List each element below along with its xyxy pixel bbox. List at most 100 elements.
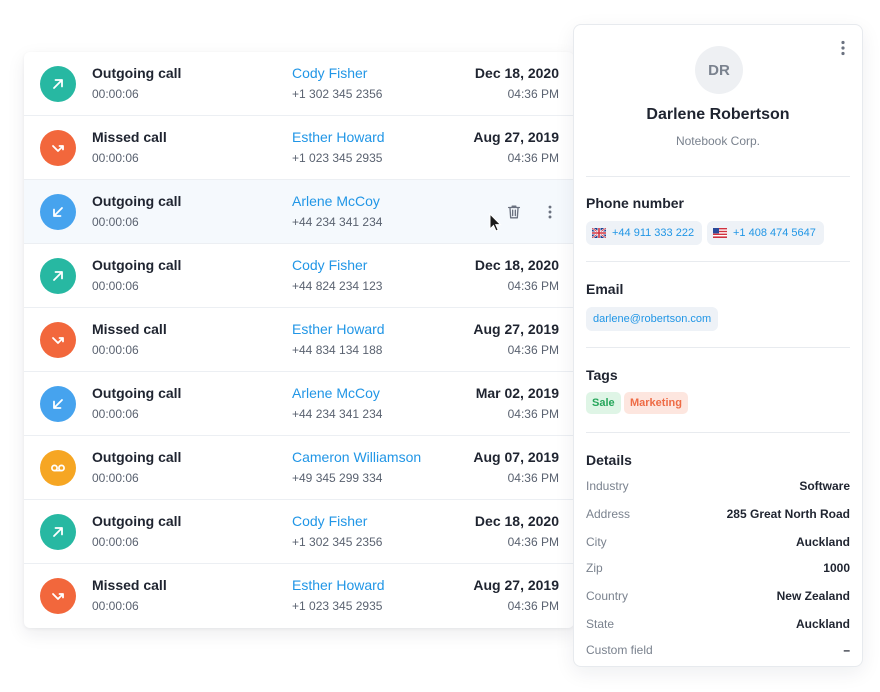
call-time: 04:36 PM xyxy=(507,599,559,613)
phone-chip-uk[interactable]: +44 911 333 222 xyxy=(586,221,703,245)
call-row[interactable]: Missed call 00:00:06 Esther Howard +1 02… xyxy=(24,564,574,628)
more-vertical-icon xyxy=(548,205,552,219)
call-duration: 00:00:06 xyxy=(92,535,139,549)
call-row-selected[interactable]: Outgoing call 00:00:06 Arlene McCoy +44 … xyxy=(24,180,574,244)
phone-chip-label: +1 408 474 5647 xyxy=(733,227,816,239)
detail-row-address: Address 285 Great North Road xyxy=(586,507,850,525)
contact-name-link[interactable]: Cody Fisher xyxy=(292,65,367,81)
detail-value: 285 Great North Road xyxy=(726,507,850,521)
call-row[interactable]: Missed call 00:00:06 Esther Howard +44 8… xyxy=(24,308,574,372)
call-duration: 00:00:06 xyxy=(92,279,139,293)
call-date: Dec 18, 2020 xyxy=(474,513,559,529)
tags-section-title: Tags xyxy=(586,367,618,383)
detail-value: Auckland xyxy=(795,617,850,631)
detail-row-city: City Auckland xyxy=(586,535,850,553)
call-date: Aug 27, 2019 xyxy=(473,321,559,337)
mouse-cursor-icon xyxy=(489,213,502,232)
call-time: 04:36 PM xyxy=(507,279,559,293)
detail-label: Address xyxy=(586,507,631,521)
phone-number: +1 302 345 2356 xyxy=(292,535,383,549)
detail-row-zip: Zip 1000 xyxy=(586,561,850,579)
detail-label: Custom field xyxy=(586,643,653,657)
detail-row-state: State Auckland xyxy=(586,617,850,635)
call-time: 04:36 PM xyxy=(507,535,559,549)
phone-chip-label: +44 911 333 222 xyxy=(612,227,695,239)
contact-name-link[interactable]: Cody Fisher xyxy=(292,257,367,273)
detail-label: Industry xyxy=(586,479,629,493)
contact-name-link[interactable]: Cody Fisher xyxy=(292,513,367,529)
missed-call-icon xyxy=(40,578,76,614)
phone-section-title: Phone number xyxy=(586,195,685,211)
contact-name-link[interactable]: Arlene McCoy xyxy=(292,385,380,401)
detail-label: State xyxy=(586,617,615,631)
contact-details-card: DR Darlene Robertson Notebook Corp. Phon… xyxy=(573,24,863,667)
arrow-up-right-icon xyxy=(40,258,76,294)
contact-name-link[interactable]: Esther Howard xyxy=(292,321,385,337)
detail-label: Country xyxy=(586,589,629,603)
card-more-button[interactable] xyxy=(835,38,851,58)
call-row[interactable]: Outgoing call 00:00:06 Cameron Williamso… xyxy=(24,436,574,500)
contact-name: Darlene Robertson xyxy=(646,106,790,123)
call-type: Outgoing call xyxy=(92,193,182,209)
details-section-title: Details xyxy=(586,452,632,468)
missed-call-icon xyxy=(40,130,76,166)
row-more-button[interactable] xyxy=(540,202,560,222)
call-row[interactable]: Missed call 00:00:06 Esther Howard +1 02… xyxy=(24,116,574,180)
contact-company: Notebook Corp. xyxy=(675,134,761,148)
email-chip[interactable]: darlene@robertson.com xyxy=(586,307,719,331)
phone-number: +1 023 345 2935 xyxy=(292,599,383,613)
email-section-title: Email xyxy=(586,281,624,297)
call-time: 04:36 PM xyxy=(507,343,559,357)
call-row[interactable]: Outgoing call 00:00:06 Cody Fisher +1 30… xyxy=(24,500,574,564)
contact-name-link[interactable]: Esther Howard xyxy=(292,577,385,593)
phone-number: +1 023 345 2935 xyxy=(292,151,383,165)
divider xyxy=(586,261,850,262)
call-duration: 00:00:06 xyxy=(92,471,139,485)
arrow-up-right-icon xyxy=(40,66,76,102)
call-time: 04:36 PM xyxy=(507,471,559,485)
call-duration: 00:00:06 xyxy=(92,151,139,165)
call-duration: 00:00:06 xyxy=(92,599,139,613)
tag-sale[interactable]: Sale xyxy=(586,392,621,414)
call-type: Outgoing call xyxy=(92,513,182,529)
phone-number: +1 302 345 2356 xyxy=(292,87,383,101)
call-date: Aug 07, 2019 xyxy=(473,449,559,465)
contact-name-link[interactable]: Cameron Williamson xyxy=(292,449,421,465)
delete-button[interactable] xyxy=(504,202,524,222)
uk-flag-icon xyxy=(592,228,606,238)
voicemail-icon xyxy=(40,450,76,486)
arrow-down-left-icon xyxy=(40,194,76,230)
detail-label: Zip xyxy=(586,561,603,575)
call-date: Mar 02, 2019 xyxy=(475,385,559,401)
call-type: Missed call xyxy=(92,129,167,145)
call-date: Dec 18, 2020 xyxy=(474,65,559,81)
call-duration: 00:00:06 xyxy=(92,407,139,421)
call-type: Outgoing call xyxy=(92,257,182,273)
detail-row-custom-field: Custom field – xyxy=(586,643,850,661)
phone-number: +49 345 299 334 xyxy=(292,471,383,485)
call-duration: 00:00:06 xyxy=(92,215,139,229)
contact-name-link[interactable]: Esther Howard xyxy=(292,129,385,145)
call-duration: 00:00:06 xyxy=(92,87,139,101)
call-date: Aug 27, 2019 xyxy=(473,577,559,593)
contact-name-link[interactable]: Arlene McCoy xyxy=(292,193,380,209)
detail-value: 1000 xyxy=(823,561,850,575)
detail-value: New Zealand xyxy=(776,589,850,603)
phone-chip-us[interactable]: +1 408 474 5647 xyxy=(707,221,824,245)
call-type: Outgoing call xyxy=(92,65,182,81)
call-row[interactable]: Outgoing call 00:00:06 Cody Fisher +44 8… xyxy=(24,244,574,308)
missed-call-icon xyxy=(40,322,76,358)
tag-marketing[interactable]: Marketing xyxy=(624,392,688,414)
phone-number: +44 834 134 188 xyxy=(292,343,383,357)
call-date: Dec 18, 2020 xyxy=(474,257,559,273)
call-type: Outgoing call xyxy=(92,385,182,401)
us-flag-icon xyxy=(713,228,727,238)
call-time: 04:36 PM xyxy=(507,151,559,165)
divider xyxy=(586,347,850,348)
detail-row-country: Country New Zealand xyxy=(586,589,850,607)
call-row[interactable]: Outgoing call 00:00:06 Arlene McCoy +44 … xyxy=(24,372,574,436)
divider xyxy=(586,432,850,433)
call-row[interactable]: Outgoing call 00:00:06 Cody Fisher +1 30… xyxy=(24,52,574,116)
call-type: Missed call xyxy=(92,577,167,593)
arrow-up-right-icon xyxy=(40,514,76,550)
